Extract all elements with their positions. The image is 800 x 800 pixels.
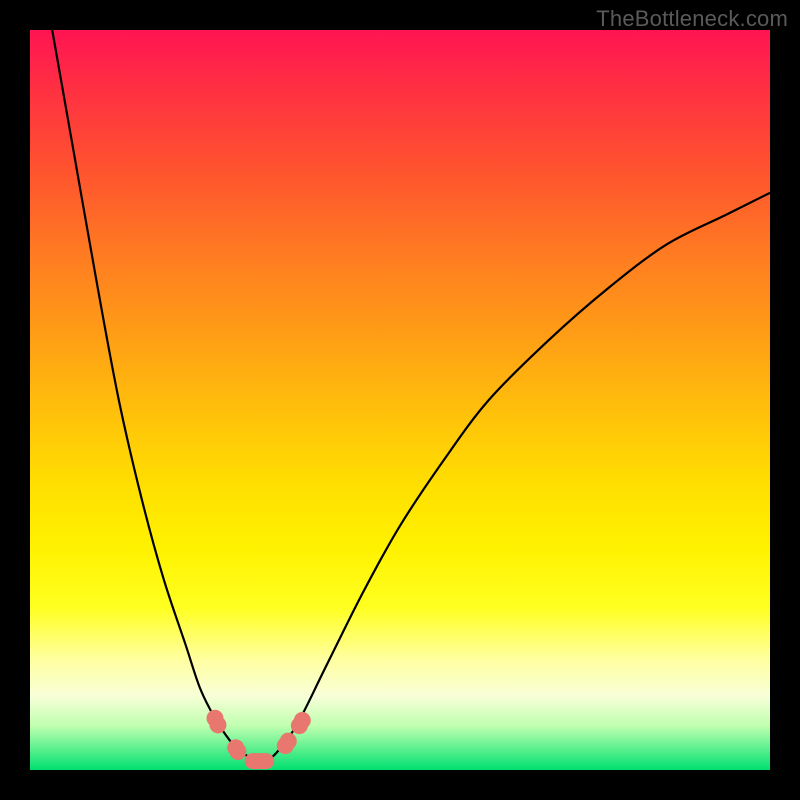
chart-svg: [30, 30, 770, 770]
marker-left-3: [229, 743, 246, 760]
curve-left-branch: [52, 30, 259, 763]
outer-frame: TheBottleneck.com: [0, 0, 800, 800]
marker-group: [207, 710, 311, 769]
marker-right-3: [294, 712, 311, 729]
watermark-text: TheBottleneck.com: [596, 6, 788, 32]
marker-left-1: [209, 716, 226, 733]
plot-area: [30, 30, 770, 770]
curve-group: [52, 30, 770, 763]
marker-pill: [245, 753, 275, 769]
curve-right-branch: [259, 193, 770, 763]
marker-right-1: [280, 733, 297, 750]
